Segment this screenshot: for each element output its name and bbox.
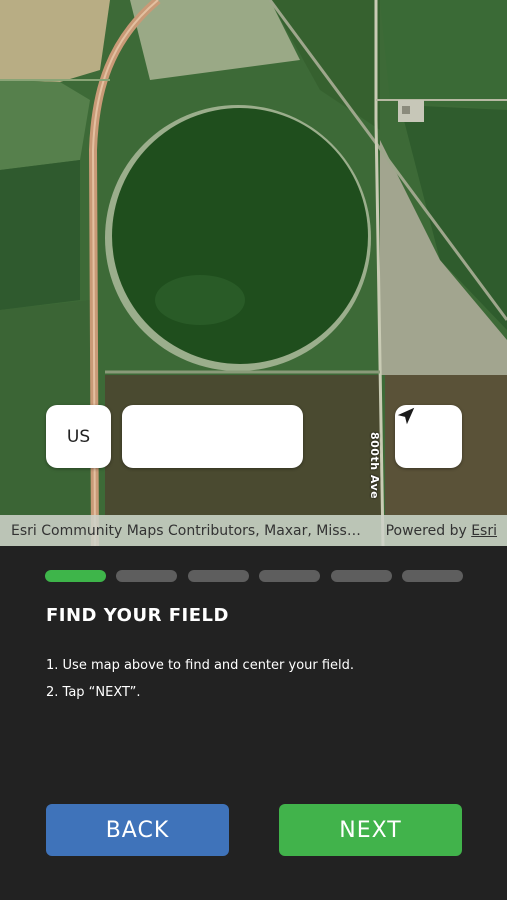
map-attribution: Esri Community Maps Contributors, Maxar,… xyxy=(0,515,507,546)
powered-by-prefix: Powered by xyxy=(385,522,467,539)
instruction-item: 2. Tap “NEXT”. xyxy=(46,685,141,700)
instruction-item: 1. Use map above to find and center your… xyxy=(46,658,355,673)
instructions-list: 1. Use map above to find and center your… xyxy=(46,652,354,706)
progress-segment xyxy=(330,570,392,582)
country-selector[interactable]: US xyxy=(46,405,111,468)
locate-button[interactable] xyxy=(395,405,462,468)
progress-segment xyxy=(401,570,463,582)
progress-segment xyxy=(45,570,106,582)
progress-segment xyxy=(259,570,321,582)
back-button[interactable]: BACK xyxy=(46,804,229,856)
country-code-label: US xyxy=(66,426,91,447)
progress-segment xyxy=(116,570,178,582)
satellite-map[interactable]: US 800th Ave Esri Community Maps Contrib… xyxy=(0,0,507,546)
progress-segment xyxy=(187,570,249,582)
step-progress-indicator xyxy=(45,570,463,582)
road-label: 800th Ave xyxy=(368,432,381,500)
attribution-credits: Esri Community Maps Contributors, Maxar,… xyxy=(11,522,361,539)
powered-by: Powered by Esri xyxy=(386,523,497,539)
search-input[interactable] xyxy=(122,405,303,468)
navigation-arrow-icon xyxy=(397,407,415,425)
esri-link[interactable]: Esri xyxy=(471,523,497,539)
page-title: FIND YOUR FIELD xyxy=(46,605,229,626)
next-button[interactable]: NEXT xyxy=(279,804,462,856)
